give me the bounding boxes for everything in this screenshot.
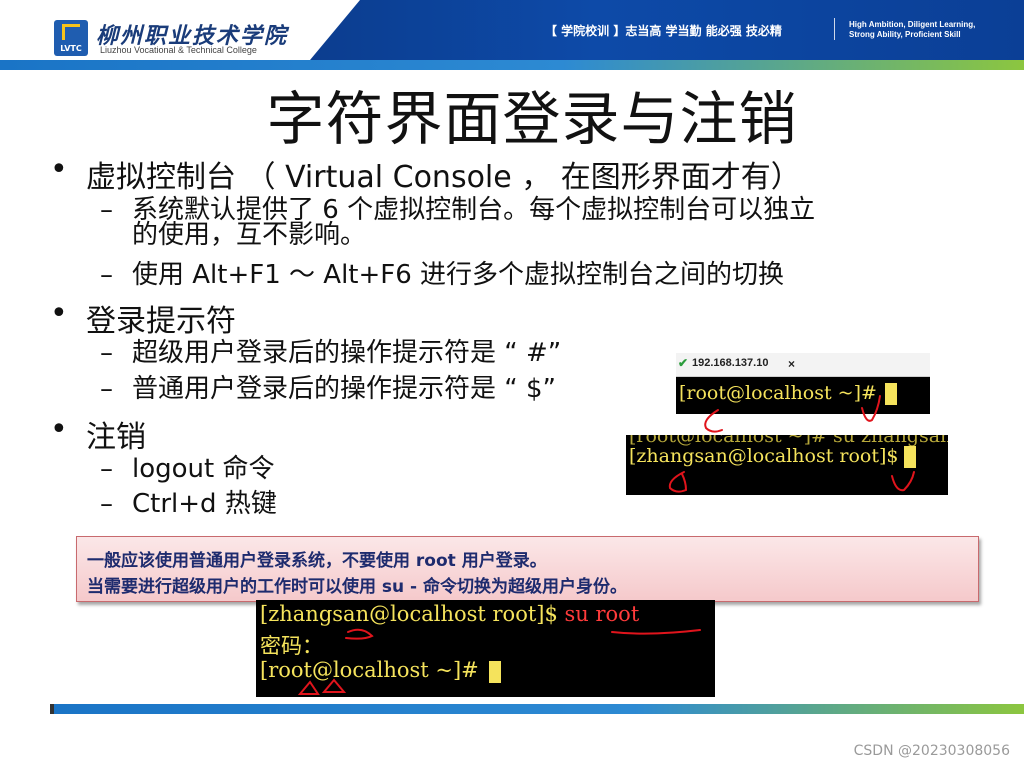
dash-glyph: – xyxy=(100,338,113,368)
terminal-line: [root@localhost ~]# xyxy=(260,658,501,683)
terminal-cursor xyxy=(904,446,917,468)
motto-divider xyxy=(834,18,835,40)
note-box: 一般应该使用普通用户登录系统，不要使用 root 用户登录。 当需要进行超级用户… xyxy=(76,536,979,602)
terminal-user-prompt: [root@localhost ~]# su zhangsan [zhangsa… xyxy=(626,435,948,495)
bullet-virtual-console: • 虚拟控制台 （ Virtual Console ， 在图形界面才有） xyxy=(50,152,801,196)
bullet-glyph: • xyxy=(50,296,68,331)
bullet-text: 虚拟控制台 （ Virtual Console ， 在图形界面才有） xyxy=(86,160,801,195)
header-stripe xyxy=(0,60,1024,70)
terminal-root-prompt: [root@localhost ~]# xyxy=(676,377,930,414)
su-prompt: [zhangsan@localhost root]$ xyxy=(260,602,558,626)
note-line1: 一般应该使用普通用户登录系统，不要使用 root 用户登录。 xyxy=(87,551,547,571)
dash-glyph: – xyxy=(100,489,113,519)
check-icon: ✔ xyxy=(678,356,689,370)
sub-bullet-default-consoles: – 系统默认提供了 6 个虚拟控制台。每个虚拟控制台可以独立 的使用，互不影响。 xyxy=(100,195,815,250)
motto-en-line1: High Ambition, Diligent Learning, xyxy=(849,20,976,29)
sub-bullet-text: logout 命令 xyxy=(132,454,275,484)
footer-stripe xyxy=(50,704,1024,714)
dash-glyph: – xyxy=(100,195,113,225)
motto-en-line2: Strong Ability, Proficient Skill xyxy=(849,30,961,39)
sub-bullet-logout-command: – logout 命令 xyxy=(100,454,275,484)
sub-bullet-ctrl-d: – Ctrl+d 热键 xyxy=(100,489,277,519)
terminal-cursor xyxy=(488,660,501,683)
sub-bullet-text: Ctrl+d 热键 xyxy=(132,489,277,519)
terminal-tab[interactable]: ✔ 192.168.137.10 × xyxy=(676,353,930,377)
sub-bullet-console-switch: – 使用 Alt+F1 ～ Alt+F6 进行多个虚拟控制台之间的切换 xyxy=(100,260,785,290)
note-line2: 当需要进行超级用户的工作时可以使用 su - 命令切换为超级用户身份。 xyxy=(87,577,628,597)
footer-stripe-end xyxy=(50,704,54,714)
terminal-cursor xyxy=(884,383,897,405)
dash-glyph: – xyxy=(100,374,113,404)
logo-mark xyxy=(62,24,80,40)
password-prompt: 密码： xyxy=(260,634,323,658)
close-icon[interactable]: × xyxy=(788,357,795,371)
bullet-login-prompt: • 登录提示符 xyxy=(50,296,236,340)
sub-bullet-root-prompt: – 超级用户登录后的操作提示符是 “ #” xyxy=(100,338,562,368)
sub-bullet-user-prompt: – 普通用户登录后的操作提示符是 “ $” xyxy=(100,374,557,404)
root-prompt-text: [root@localhost ~]# xyxy=(679,382,877,404)
terminal-line: [root@localhost ~]# xyxy=(679,382,897,405)
dash-glyph: – xyxy=(100,260,113,290)
college-logo-icon: LVTC xyxy=(54,20,88,56)
school-name-en: Liuzhou Vocational & Technical College xyxy=(100,45,257,55)
user-prompt-text: [zhangsan@localhost root]$ xyxy=(629,445,899,467)
bullet-text: 登录提示符 xyxy=(86,304,236,339)
su-command: su root xyxy=(564,602,640,626)
bullet-glyph: • xyxy=(50,152,68,187)
slide-title: 字符界面登录与注销 xyxy=(266,85,798,153)
watermark: CSDN @20230308056 xyxy=(853,743,1010,759)
terminal-line: [zhangsan@localhost root]$ su root xyxy=(260,602,639,626)
slide-header: LVTC 柳州职业技术学院 Liuzhou Vocational & Techn… xyxy=(0,0,1024,60)
terminal-tab-label: 192.168.137.10 xyxy=(692,357,769,369)
motto-en: High Ambition, Diligent Learning, Strong… xyxy=(849,20,975,40)
sub-bullet-text: 使用 Alt+F1 ～ Alt+F6 进行多个虚拟控制台之间的切换 xyxy=(132,260,785,290)
sub-bullet-text: 超级用户登录后的操作提示符是 “ #” xyxy=(132,338,562,368)
terminal-line: [zhangsan@localhost root]$ xyxy=(629,445,917,468)
motto-cn: 【 学院校训 】志当高 学当勤 能必强 技必精 xyxy=(545,24,782,38)
dash-glyph: – xyxy=(100,454,113,484)
bullet-glyph: • xyxy=(50,412,68,447)
sub-bullet-text: 普通用户登录后的操作提示符是 “ $” xyxy=(132,374,557,404)
terminal-su-example: [zhangsan@localhost root]$ su root 密码： [… xyxy=(256,600,715,697)
bullet-logout: • 注销 xyxy=(50,412,146,456)
root-prompt-text: [root@localhost ~]# xyxy=(260,658,479,682)
logo-text: LVTC xyxy=(60,44,82,53)
bullet-text: 注销 xyxy=(86,420,146,455)
